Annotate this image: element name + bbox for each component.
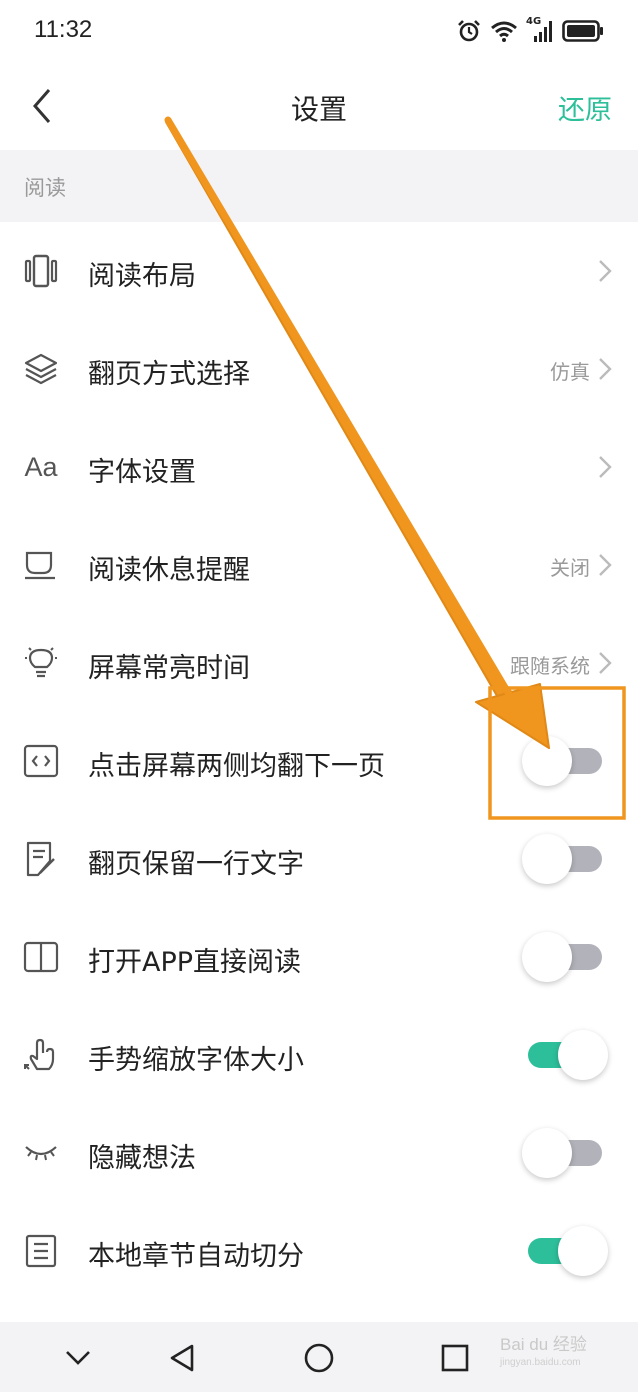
cup-icon xyxy=(22,546,60,584)
watermark-text: Bai du 经验 xyxy=(500,1335,587,1354)
section-header: 阅读 xyxy=(0,150,638,222)
page-title: 设置 xyxy=(290,93,347,126)
toggle-switch[interactable] xyxy=(522,834,608,884)
chevron-down-icon xyxy=(66,1351,90,1365)
setting-tap-sides-next-page: 点击屏幕两侧均翻下一页 xyxy=(0,712,638,810)
setting-keep-one-line: 翻页保留一行文字 xyxy=(0,810,638,908)
chevron-right-icon xyxy=(599,358,612,380)
restore-button[interactable]: 还原 xyxy=(558,88,612,127)
setting-value: 仿真 xyxy=(550,360,590,384)
header-bar: 设置 还原 xyxy=(0,64,638,150)
toggle-switch[interactable] xyxy=(522,1226,608,1276)
chevron-right-icon xyxy=(599,652,612,674)
recents-square-icon xyxy=(441,1344,469,1372)
gesture-pinch-icon xyxy=(22,1036,60,1074)
note-edit-icon xyxy=(22,840,60,878)
nav-collapse-button[interactable] xyxy=(56,1336,100,1380)
layers-icon xyxy=(22,350,60,388)
status-time: 11:32 xyxy=(34,16,93,43)
section-title: 阅读 xyxy=(24,176,66,200)
toggle-switch[interactable] xyxy=(522,1030,608,1080)
nav-back-button[interactable] xyxy=(160,1336,204,1380)
status-icons: 4G xyxy=(456,14,604,48)
nav-recents-button[interactable] xyxy=(433,1336,477,1380)
eye-closed-icon xyxy=(22,1134,60,1172)
setting-label: 屏幕常亮时间 xyxy=(88,653,250,684)
status-bar: 11:32 4G xyxy=(0,0,638,64)
alarm-icon xyxy=(458,20,480,42)
code-brackets-icon xyxy=(22,742,60,780)
setting-label: 点击屏幕两侧均翻下一页 xyxy=(88,751,385,782)
book-open-icon xyxy=(22,938,60,976)
setting-label: 阅读休息提醒 xyxy=(88,555,250,586)
setting-label: 打开APP直接阅读 xyxy=(88,947,302,978)
setting-value: 关闭 xyxy=(550,556,590,580)
setting-label: 字体设置 xyxy=(88,457,196,488)
setting-rest-reminder[interactable]: 阅读休息提醒 关闭 xyxy=(0,516,638,614)
wifi-icon xyxy=(491,21,517,42)
setting-font[interactable]: Aa 字体设置 xyxy=(0,418,638,516)
battery-icon xyxy=(562,20,603,42)
baidu-watermark: Bai du 经验 jingyan.baidu.com xyxy=(500,1330,604,1382)
setting-page-turn-mode[interactable]: 翻页方式选择 仿真 xyxy=(0,320,638,418)
setting-open-app-read: 打开APP直接阅读 xyxy=(0,908,638,1006)
watermark-url: jingyan.baidu.com xyxy=(500,1357,581,1368)
list-doc-icon xyxy=(22,1232,60,1270)
toggle-switch[interactable] xyxy=(522,932,608,982)
nav-home-button[interactable] xyxy=(297,1336,341,1380)
chevron-right-icon xyxy=(599,554,612,576)
toggle-switch[interactable] xyxy=(522,1128,608,1178)
toggle-switch[interactable] xyxy=(522,736,608,786)
setting-reading-layout[interactable]: 阅读布局 xyxy=(0,222,638,320)
layout-icon xyxy=(22,252,60,290)
settings-list: 阅读布局 翻页方式选择 仿真 Aa 字体设置 阅读休息提醒 关闭 屏幕常亮时间 … xyxy=(0,222,638,1300)
setting-auto-split-chapters: 本地章节自动切分 xyxy=(0,1202,638,1300)
setting-pinch-font-size: 手势缩放字体大小 xyxy=(0,1006,638,1104)
chevron-right-icon xyxy=(599,260,612,282)
font-icon-text: Aa xyxy=(24,451,58,482)
chevron-right-icon xyxy=(599,456,612,478)
back-triangle-icon xyxy=(170,1344,194,1372)
font-icon: Aa xyxy=(22,448,60,486)
setting-value: 跟随系统 xyxy=(510,654,590,678)
setting-label: 翻页保留一行文字 xyxy=(88,849,304,880)
setting-screen-on-time[interactable]: 屏幕常亮时间 跟随系统 xyxy=(0,614,638,712)
setting-label: 手势缩放字体大小 xyxy=(88,1045,304,1076)
setting-hide-thoughts: 隐藏想法 xyxy=(0,1104,638,1202)
setting-label: 翻页方式选择 xyxy=(88,359,250,390)
signal-4g-icon: 4G xyxy=(526,16,554,44)
lightbulb-icon xyxy=(22,644,60,682)
setting-label: 隐藏想法 xyxy=(88,1143,196,1174)
home-circle-icon xyxy=(304,1343,334,1373)
setting-label: 本地章节自动切分 xyxy=(88,1241,304,1272)
setting-label: 阅读布局 xyxy=(88,261,196,292)
